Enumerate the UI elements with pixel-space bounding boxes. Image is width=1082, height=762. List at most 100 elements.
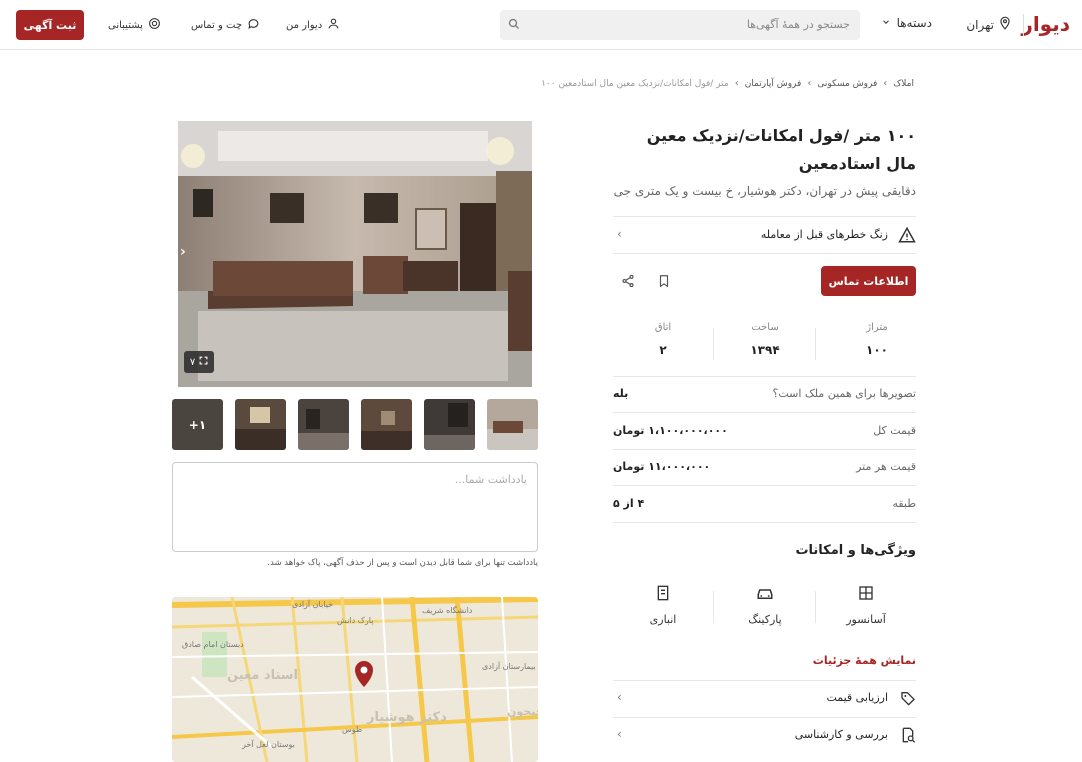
price-tag-icon xyxy=(900,690,916,710)
divider xyxy=(713,328,714,360)
chat-bubble-icon xyxy=(247,17,260,33)
note-hint: یادداشت تنها برای شما قابل دیدن است و پس… xyxy=(267,558,538,568)
info-row-floor: طبقه ۴ از ۵ xyxy=(613,487,916,523)
info-label: قیمت کل xyxy=(873,424,916,437)
info-value: ۱۱،۰۰۰،۰۰۰ تومان xyxy=(613,460,711,473)
chat-label: چت و تماس xyxy=(191,19,243,31)
price-evaluation-row[interactable]: ارزیابی قیمت ‹ xyxy=(613,680,916,716)
info-row-price-per-meter: قیمت هر متر ۱۱،۰۰۰،۰۰۰ تومان xyxy=(613,450,916,486)
city-selector[interactable]: تهران xyxy=(966,16,1012,33)
location-map[interactable]: خیابان آزادی دانشگاه شریف پارک دانش بیما… xyxy=(172,597,538,762)
chevron-left-icon: ‹ xyxy=(617,690,622,704)
stat-value: ۱۰۰ xyxy=(866,343,888,357)
photo-thumbnail[interactable] xyxy=(298,399,349,450)
map-label: بیمارستان آزادی xyxy=(482,661,536,671)
photo-thumbnail[interactable] xyxy=(424,399,475,450)
divider xyxy=(613,216,916,217)
chevron-left-icon: ‹ xyxy=(617,227,622,241)
location-pin-icon xyxy=(998,16,1012,33)
more-photos-thumb[interactable]: +۱ xyxy=(172,399,223,450)
elevator-icon xyxy=(816,585,916,605)
info-row-photos-genuine: تصویرها برای همین ملک است؟ بله xyxy=(613,377,916,413)
contact-info-button[interactable]: اطلاعات تماس xyxy=(821,266,916,296)
info-value: بله xyxy=(613,387,629,400)
stat-year-built: ساخت ۱۳۹۴ xyxy=(715,322,815,357)
map-label: بوستان لعل آخر xyxy=(241,739,295,749)
storage-icon xyxy=(613,585,713,605)
photo-thumbnail[interactable] xyxy=(235,399,286,450)
support-lifebuoy-icon xyxy=(148,17,161,33)
divider xyxy=(713,591,714,623)
show-all-details-link[interactable]: نمایش همهٔ جزئیات xyxy=(813,654,916,667)
photo-thumbnail[interactable] xyxy=(361,399,412,450)
living-room-photo xyxy=(178,121,532,387)
user-icon xyxy=(327,17,340,33)
feature-label: پارکینگ xyxy=(748,613,782,626)
stat-value: ۱۳۹۴ xyxy=(750,343,780,357)
document-search-icon xyxy=(900,727,916,747)
categories-dropdown[interactable]: دسته‌ها xyxy=(881,16,932,30)
divider xyxy=(815,591,816,623)
ad-subtitle: دقایقی پیش در تهران، دکتر هوشیار، خ بیست… xyxy=(613,184,916,198)
feature-label: انباری xyxy=(649,613,677,626)
stat-area: متراژ ۱۰۰ xyxy=(827,322,927,357)
categories-label: دسته‌ها xyxy=(896,16,932,30)
previous-photo-arrow[interactable]: › xyxy=(180,244,186,260)
price-evaluation-label: ارزیابی قیمت xyxy=(826,691,888,704)
feature-label: آسانسور xyxy=(846,613,886,626)
breadcrumb-item[interactable]: فروش مسکونی xyxy=(817,79,877,89)
info-label: تصویرها برای همین ملک است؟ xyxy=(772,387,917,400)
photo-thumbnail[interactable] xyxy=(487,399,538,450)
feature-storage: انباری xyxy=(613,585,713,626)
divider xyxy=(613,253,916,254)
divar-logo[interactable]: دیوار xyxy=(1021,12,1070,36)
features-list: آسانسور پارکینگ انباری xyxy=(613,585,916,635)
map-label: طوس xyxy=(342,725,362,734)
stat-rooms: اتاق ۲ xyxy=(613,322,713,357)
personal-note-field[interactable] xyxy=(172,462,538,552)
share-icon[interactable] xyxy=(619,272,637,290)
search-icon xyxy=(508,18,520,33)
car-icon xyxy=(715,585,815,605)
bookmark-icon[interactable] xyxy=(655,272,673,290)
feature-elevator: آسانسور xyxy=(816,585,916,626)
main-photo[interactable] xyxy=(178,121,532,387)
chevron-left-icon: ‹ xyxy=(807,78,812,89)
stat-label: اتاق xyxy=(654,322,672,333)
chat-link[interactable]: چت و تماس xyxy=(191,17,260,33)
ad-title: ۱۰۰ متر /فول امکانات/نزدیک معین مال استا… xyxy=(646,126,916,173)
breadcrumb-item[interactable]: فروش آپارتمان xyxy=(745,79,802,89)
chevron-left-icon: ‹ xyxy=(617,727,622,741)
photo-count-badge[interactable]: ۷ xyxy=(184,351,214,373)
map-label: دبستان امام صادق xyxy=(182,640,244,649)
top-header: دیوار تهران دسته‌ها جستجو در همهٔ آگهی‌ه… xyxy=(0,0,1082,50)
chevron-left-icon: ‹ xyxy=(883,78,888,89)
header-divider xyxy=(1023,14,1024,36)
map-label: خیابان آزادی xyxy=(292,599,333,609)
info-row-total-price: قیمت کل ۱،۱۰۰،۰۰۰،۰۰۰ تومان xyxy=(613,414,916,450)
map-label: دانشگاه شریف xyxy=(422,605,473,615)
expand-icon xyxy=(199,356,208,368)
map-label: پارک دانش xyxy=(337,616,373,625)
feature-parking: پارکینگ xyxy=(715,585,815,626)
breadcrumb-current: ۱۰۰ متر /فول امکانات/نزدیک معین مال استا… xyxy=(541,78,729,89)
inspection-row[interactable]: بررسی و کارشناسی ‹ xyxy=(613,717,916,753)
info-label: قیمت هر متر xyxy=(856,460,916,473)
chevron-down-icon xyxy=(881,16,891,30)
search-placeholder: جستجو در همهٔ آگهی‌ها xyxy=(746,18,850,31)
stat-label: ساخت xyxy=(751,322,779,333)
stat-label: متراژ xyxy=(866,322,888,333)
features-title: ویژگی‌ها و امکانات xyxy=(795,543,916,558)
inspection-label: بررسی و کارشناسی xyxy=(794,728,888,741)
my-divar-link[interactable]: دیوار من xyxy=(286,17,340,33)
my-divar-label: دیوار من xyxy=(286,19,323,31)
city-label: تهران xyxy=(966,17,994,32)
post-ad-button[interactable]: ثبت آگهی xyxy=(16,10,84,40)
safety-warning-label: زنگ خطرهای قبل از معامله xyxy=(760,228,888,241)
info-label: طبقه xyxy=(892,497,916,510)
search-input[interactable]: جستجو در همهٔ آگهی‌ها xyxy=(500,10,860,40)
safety-warning-row[interactable]: زنگ خطرهای قبل از معامله ‹ xyxy=(613,222,916,250)
support-link[interactable]: پشتیبانی xyxy=(108,17,161,33)
map-canvas: خیابان آزادی دانشگاه شریف پارک دانش بیما… xyxy=(172,597,538,762)
breadcrumb-item[interactable]: املاک xyxy=(893,79,914,89)
